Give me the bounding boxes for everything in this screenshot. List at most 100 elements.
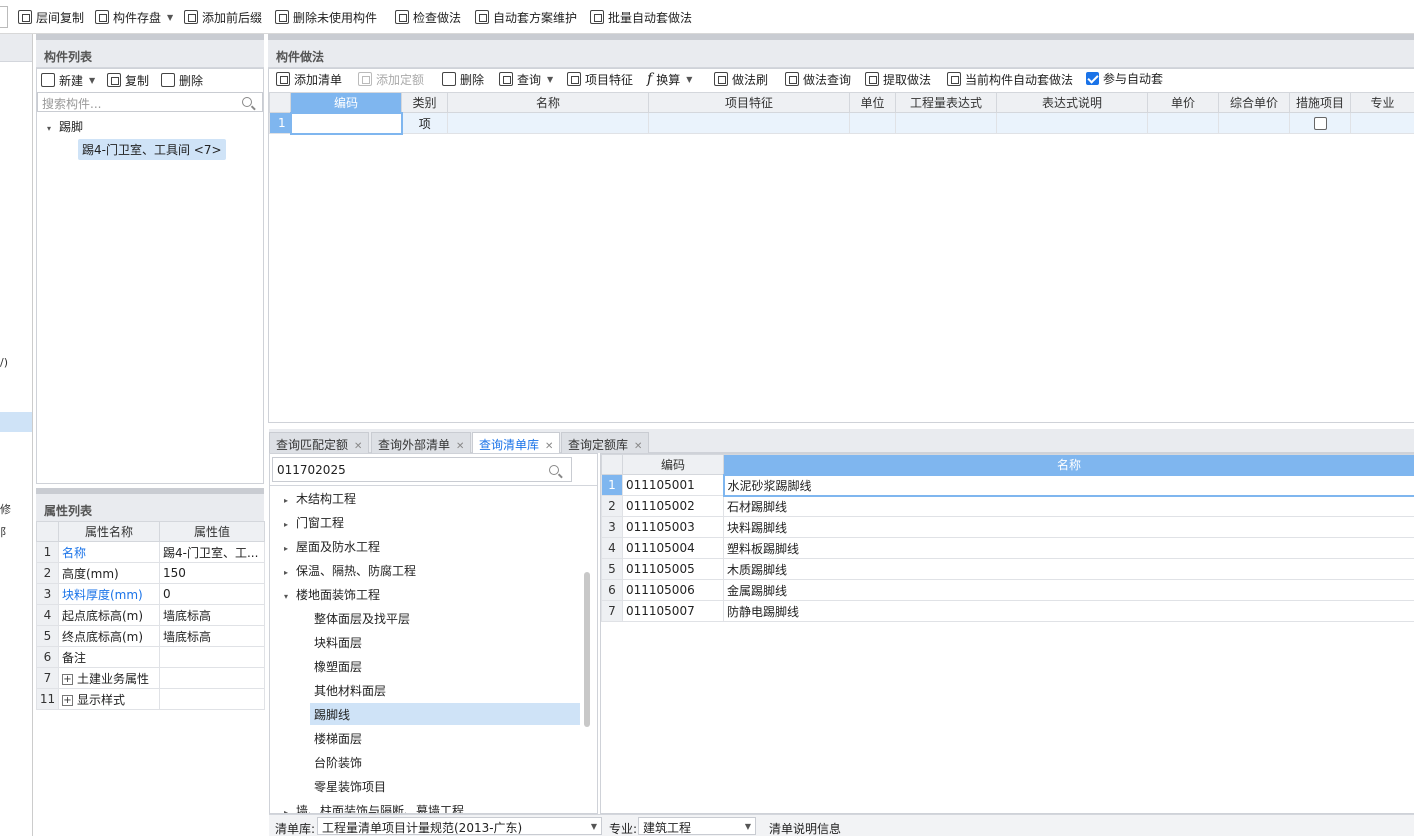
convert-button[interactable]: 𝑓换算▼ bbox=[647, 70, 692, 88]
query-search-input[interactable]: 011702025 bbox=[272, 457, 572, 482]
method-unit-cell[interactable] bbox=[850, 113, 896, 134]
tree-item-misc[interactable]: 零星装饰项目 bbox=[314, 778, 386, 795]
current-auto-method-button[interactable]: 当前构件自动套做法 bbox=[947, 70, 1073, 88]
search-icon[interactable] bbox=[549, 465, 559, 475]
copy-component-button[interactable]: 复制 bbox=[107, 71, 149, 89]
new-component-button[interactable]: 新建▼ bbox=[41, 71, 95, 89]
method-col-total-price[interactable]: 综合单价 bbox=[1219, 93, 1290, 113]
table-row[interactable]: 2 011105002 石材踢脚线 bbox=[602, 496, 1414, 517]
tree-item-steps[interactable]: 台阶装饰 bbox=[314, 754, 362, 771]
tree-item-skirting-line[interactable]: 踢脚线 bbox=[310, 703, 580, 725]
method-col-unit[interactable]: 单位 bbox=[850, 93, 896, 113]
batch-auto-button[interactable]: 批量自动套做法 bbox=[590, 8, 692, 26]
list-info-link[interactable]: 清单说明信息 bbox=[769, 820, 841, 837]
tree-scrollbar[interactable] bbox=[584, 572, 590, 727]
table-row[interactable]: 1 项 bbox=[270, 113, 1414, 134]
tree-item-stairs[interactable]: 楼梯面层 bbox=[314, 730, 362, 747]
checkbox-checked-icon[interactable] bbox=[1086, 72, 1099, 85]
left-strip-selected[interactable] bbox=[0, 412, 32, 432]
major-select[interactable]: 建筑工程 ▼ bbox=[638, 817, 756, 835]
measure-checkbox-cell[interactable] bbox=[1290, 113, 1351, 134]
item-feature-button[interactable]: 项目特征 bbox=[567, 70, 633, 88]
property-name-expandable[interactable]: +显示样式 bbox=[59, 689, 160, 710]
tree-item-floor-decoration[interactable]: ▾楼地面装饰工程 bbox=[284, 586, 380, 603]
table-row[interactable]: 1 名称 踢4-门卫室、工... bbox=[37, 542, 265, 563]
tree-item-roof[interactable]: ▸屋面及防水工程 bbox=[284, 538, 380, 555]
property-value[interactable]: 踢4-门卫室、工... bbox=[160, 542, 265, 563]
method-brush-button[interactable]: 做法刷 bbox=[714, 70, 768, 88]
tree-item-door-window[interactable]: ▸门窗工程 bbox=[284, 514, 344, 531]
property-value[interactable] bbox=[160, 647, 265, 668]
tree-item-wood[interactable]: ▸木结构工程 bbox=[284, 490, 356, 507]
tab-quota-library[interactable]: 查询定额库✕ bbox=[561, 432, 649, 453]
tree-item-skirting[interactable]: ▾踢脚 bbox=[47, 118, 83, 135]
save-component-button[interactable]: 构件存盘▼ bbox=[95, 8, 173, 26]
tree-item-block-layer[interactable]: 块料面层 bbox=[314, 634, 362, 651]
method-price-cell[interactable] bbox=[1148, 113, 1219, 134]
join-auto-checkbox[interactable]: 参与自动套 bbox=[1086, 69, 1163, 87]
delete-unused-button[interactable]: 删除未使用构件 bbox=[275, 8, 377, 26]
method-col-expression-note[interactable]: 表达式说明 bbox=[997, 93, 1148, 113]
method-col-name[interactable]: 名称 bbox=[448, 93, 649, 113]
table-row[interactable]: 6 011105006 金属踢脚线 bbox=[602, 580, 1414, 601]
list-library-select[interactable]: 工程量清单项目计量规范(2013-广东) ▼ bbox=[317, 817, 602, 835]
expand-plus-icon[interactable]: + bbox=[62, 695, 73, 706]
table-row[interactable]: 3 011105003 块料踢脚线 bbox=[602, 517, 1414, 538]
table-row[interactable]: 5 011105005 木质踢脚线 bbox=[602, 559, 1414, 580]
method-col-category[interactable]: 类别 bbox=[402, 93, 448, 113]
tree-item-insulation[interactable]: ▸保温、隔热、防腐工程 bbox=[284, 562, 416, 579]
property-value[interactable]: 150 bbox=[160, 563, 265, 584]
method-col-feature[interactable]: 项目特征 bbox=[649, 93, 850, 113]
table-row[interactable]: 1 011105001 水泥砂浆踢脚线 bbox=[602, 475, 1414, 496]
table-row[interactable]: 7 +土建业务属性 bbox=[37, 668, 265, 689]
tree-item-integral-layer[interactable]: 整体面层及找平层 bbox=[314, 610, 410, 627]
extract-method-button[interactable]: 提取做法 bbox=[865, 70, 931, 88]
tab-external-list[interactable]: 查询外部清单✕ bbox=[371, 432, 471, 453]
table-row[interactable]: 4 011105004 塑料板踢脚线 bbox=[602, 538, 1414, 559]
method-expression-cell[interactable] bbox=[896, 113, 997, 134]
table-row[interactable]: 2 高度(mm) 150 bbox=[37, 563, 265, 584]
table-row[interactable]: 4 起点底标高(m) 墙底标高 bbox=[37, 605, 265, 626]
tree-item-rubber-layer[interactable]: 橡塑面层 bbox=[314, 658, 362, 675]
close-icon[interactable]: ✕ bbox=[456, 441, 464, 452]
floor-copy-button[interactable]: 层间复制 bbox=[18, 8, 84, 26]
property-value[interactable]: 0 bbox=[160, 584, 265, 605]
method-query-button[interactable]: 做法查询 bbox=[785, 70, 851, 88]
close-icon[interactable]: ✕ bbox=[634, 441, 642, 452]
close-icon[interactable]: ✕ bbox=[354, 441, 362, 452]
table-row[interactable]: 7 011105007 防静电踢脚线 bbox=[602, 601, 1414, 622]
method-note-cell[interactable] bbox=[997, 113, 1148, 134]
tree-item-wall-column[interactable]: ▸墙、柱面装饰与隔断、幕墙工程 bbox=[284, 802, 464, 813]
method-total-cell[interactable] bbox=[1219, 113, 1290, 134]
expand-plus-icon[interactable]: + bbox=[62, 674, 73, 685]
method-col-expression[interactable]: 工程量表达式 bbox=[896, 93, 997, 113]
query-button[interactable]: 查询▼ bbox=[499, 70, 553, 88]
tab-match-quota[interactable]: 查询匹配定额✕ bbox=[269, 432, 369, 453]
add-list-button[interactable]: 添加清单 bbox=[276, 70, 342, 88]
method-name-cell[interactable] bbox=[448, 113, 649, 134]
table-row[interactable]: 5 终点底标高(m) 墙底标高 bbox=[37, 626, 265, 647]
table-row[interactable]: 6 备注 bbox=[37, 647, 265, 668]
table-row[interactable]: 11 +显示样式 bbox=[37, 689, 265, 710]
method-feature-cell[interactable] bbox=[649, 113, 850, 134]
tree-item-selected-component[interactable]: 踢4-门卫室、工具间 <7> bbox=[78, 139, 226, 160]
check-method-button[interactable]: 检查做法 bbox=[395, 8, 461, 26]
close-icon[interactable]: ✕ bbox=[545, 441, 553, 452]
property-value[interactable]: 墙底标高 bbox=[160, 605, 265, 626]
add-quota-button[interactable]: 添加定额 bbox=[358, 70, 424, 88]
tab-list-library[interactable]: 查询清单库✕ bbox=[472, 432, 560, 453]
table-row[interactable]: 3 块料厚度(mm) 0 bbox=[37, 584, 265, 605]
method-category-cell[interactable]: 项 bbox=[402, 113, 448, 134]
method-col-measure[interactable]: 措施项目 bbox=[1290, 93, 1351, 113]
add-prefix-suffix-button[interactable]: 添加前后缀 bbox=[184, 8, 262, 26]
method-col-price[interactable]: 单价 bbox=[1148, 93, 1219, 113]
delete-component-button[interactable]: 删除 bbox=[161, 71, 203, 89]
method-col-major[interactable]: 专业 bbox=[1351, 93, 1414, 113]
method-code-cell[interactable] bbox=[291, 113, 402, 134]
delete-method-button[interactable]: 删除 bbox=[442, 70, 484, 88]
result-col-name[interactable]: 名称 bbox=[724, 455, 1414, 475]
result-col-code[interactable]: 编码 bbox=[623, 455, 724, 475]
property-name-expandable[interactable]: +土建业务属性 bbox=[59, 668, 160, 689]
method-col-code[interactable]: 编码 bbox=[291, 93, 402, 113]
tree-item-other-layer[interactable]: 其他材料面层 bbox=[314, 682, 386, 699]
